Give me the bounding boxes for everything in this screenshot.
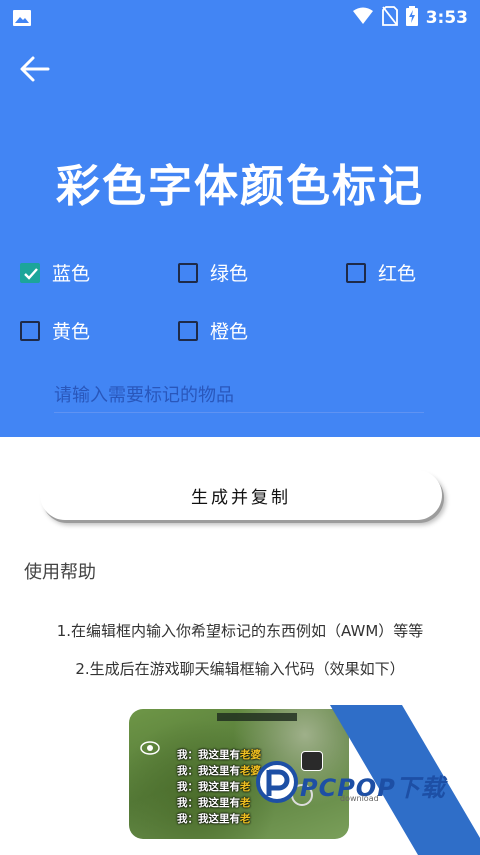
- help-step-1: 1.在编辑框内输入你希望标记的东西例如（AWM）等等: [56, 622, 424, 640]
- back-button[interactable]: [18, 54, 52, 84]
- checkbox[interactable]: [178, 320, 198, 341]
- chat-line: 我：我这里有老: [177, 813, 251, 825]
- battery-charging-icon: [405, 6, 418, 30]
- wifi-icon: [352, 7, 374, 29]
- check-icon: [24, 267, 38, 280]
- option-label: 黄色: [52, 321, 91, 343]
- chat-line: 我：我这里有老婆: [177, 765, 261, 777]
- no-sim-icon: [381, 6, 398, 30]
- game-top-bar: [217, 713, 297, 721]
- item-input[interactable]: [54, 378, 424, 413]
- image-icon: [12, 8, 32, 28]
- checkbox-checked[interactable]: [20, 262, 40, 283]
- arrow-left-icon: [20, 56, 50, 82]
- option-label: 橙色: [210, 321, 249, 343]
- watermark-sub: download: [340, 794, 379, 803]
- header-background: [0, 0, 480, 437]
- option-label: 红色: [378, 263, 417, 285]
- chat-line: 我：我这里有老: [177, 797, 251, 809]
- page-title: 彩色字体颜色标记: [56, 161, 424, 212]
- chat-line: 我：我这里有老: [177, 781, 251, 793]
- status-bar: 3:53: [0, 0, 480, 36]
- help-title: 使用帮助: [24, 562, 96, 583]
- checkbox[interactable]: [178, 262, 198, 283]
- checkbox[interactable]: [346, 262, 366, 283]
- option-orange[interactable]: 橙色: [178, 317, 248, 344]
- eye-icon: [139, 737, 161, 759]
- pcpop-logo-icon: [255, 760, 299, 804]
- option-label: 蓝色: [52, 263, 91, 285]
- chat-line: 我：我这里有老婆: [177, 749, 261, 761]
- checkbox[interactable]: [20, 320, 40, 341]
- status-time: 3:53: [425, 8, 468, 28]
- help-step-2: 2.生成后在游戏聊天编辑框输入代码（效果如下）: [75, 660, 405, 678]
- option-blue[interactable]: 蓝色: [20, 259, 90, 286]
- option-green[interactable]: 绿色: [178, 259, 248, 286]
- generate-copy-button[interactable]: 生成并复制: [40, 470, 442, 520]
- option-label: 绿色: [210, 263, 249, 285]
- option-yellow[interactable]: 黄色: [20, 317, 90, 344]
- option-red[interactable]: 红色: [346, 259, 416, 286]
